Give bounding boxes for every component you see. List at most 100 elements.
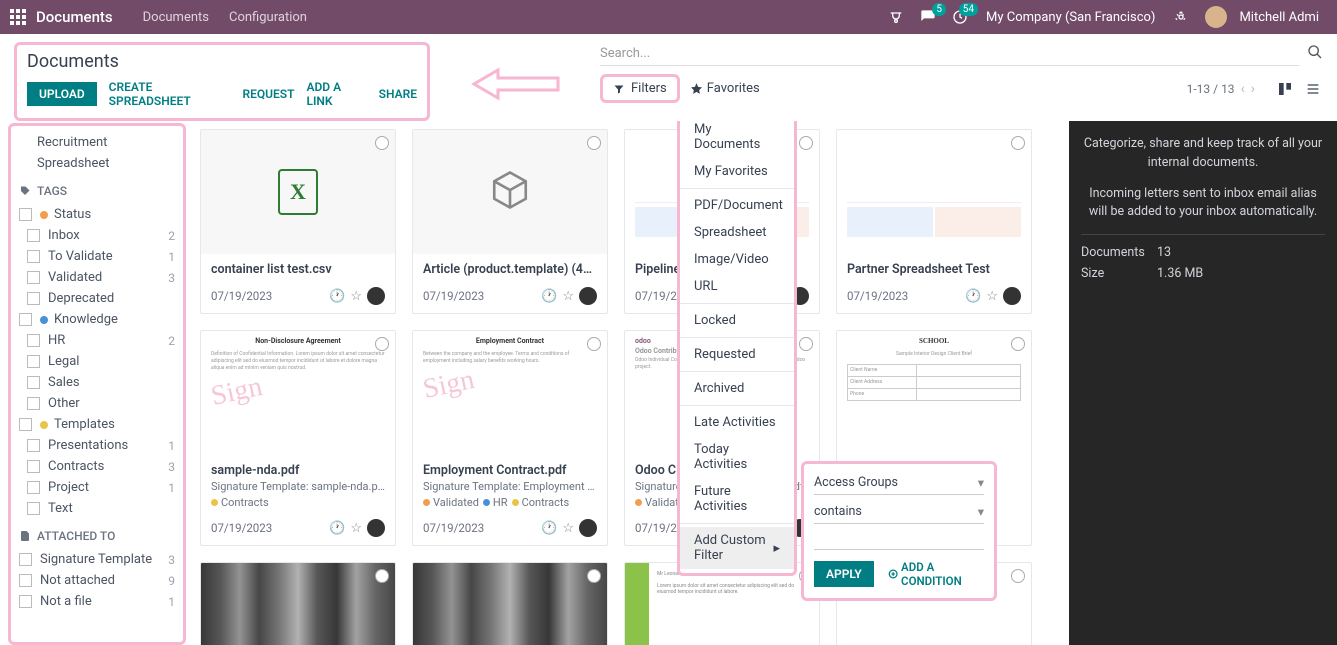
filter-value-input[interactable] <box>814 530 984 550</box>
apps-icon[interactable] <box>10 9 26 25</box>
tag-group-knowledge[interactable]: Knowledge <box>19 309 175 330</box>
nav-documents[interactable]: Documents <box>133 10 219 25</box>
owner-avatar[interactable] <box>579 519 597 537</box>
filter-option[interactable]: My Favorites <box>680 158 794 185</box>
search-input[interactable] <box>600 42 1299 66</box>
owner-avatar[interactable] <box>367 519 385 537</box>
sidebar-item[interactable]: Validated3 <box>19 267 175 288</box>
filter-option[interactable]: Spreadsheet <box>680 219 794 246</box>
apply-button[interactable]: APPLY <box>814 561 874 587</box>
select-radio[interactable] <box>1011 136 1025 150</box>
star-icon[interactable]: ☆ <box>562 289 574 304</box>
card-date: 07/19/2023 <box>423 521 484 535</box>
tag-group-status[interactable]: Status <box>19 204 175 225</box>
kanban-view-button[interactable] <box>1275 79 1295 99</box>
filter-option[interactable]: URL <box>680 273 794 300</box>
sidebar-item[interactable]: Project1 <box>19 477 175 498</box>
sidebar-item[interactable]: Legal <box>19 351 175 372</box>
pager-next[interactable]: › <box>1251 81 1255 97</box>
clock-icon[interactable]: 🕐 <box>541 289 557 304</box>
debug-icon[interactable] <box>1173 9 1189 25</box>
sidebar-item[interactable]: HR2 <box>19 330 175 351</box>
favorites-toggle[interactable]: Favorites <box>690 81 760 96</box>
owner-avatar[interactable] <box>579 287 597 305</box>
folder-recruitment[interactable]: Recruitment <box>19 132 175 153</box>
clock-icon[interactable]: 🕐 <box>329 521 345 536</box>
clock-icon[interactable]: 🕐 <box>541 521 557 536</box>
list-view-button[interactable] <box>1303 79 1323 99</box>
create-spreadsheet-button[interactable]: CREATE SPREADSHEET <box>109 80 231 108</box>
messages-icon[interactable]: 5 <box>920 9 936 25</box>
sidebar-item[interactable]: Signature Template3 <box>19 549 175 570</box>
clock-icon[interactable]: 🕐 <box>965 289 981 304</box>
sidebar-item[interactable]: Other <box>19 393 175 414</box>
app-brand[interactable]: Documents <box>36 8 113 26</box>
owner-avatar[interactable] <box>367 287 385 305</box>
filter-option[interactable]: PDF/Document <box>680 192 794 219</box>
select-radio[interactable] <box>799 337 813 351</box>
sidebar-item[interactable]: Not a file1 <box>19 591 175 612</box>
sidebar-item[interactable]: Inbox2 <box>19 225 175 246</box>
owner-avatar[interactable] <box>1003 287 1021 305</box>
document-card[interactable] <box>200 562 396 645</box>
upload-button[interactable]: UPLOAD <box>27 82 97 106</box>
voip-icon[interactable] <box>888 9 904 25</box>
document-card[interactable]: Article (product.template) (49).x...07/1… <box>412 129 608 314</box>
add-link-button[interactable]: ADD A LINK <box>306 80 366 108</box>
nav-configuration[interactable]: Configuration <box>219 10 317 25</box>
select-radio[interactable] <box>587 337 601 351</box>
filter-option[interactable]: Archived <box>680 375 794 402</box>
clock-icon[interactable]: 🕐 <box>329 289 345 304</box>
sidebar-item[interactable]: Text <box>19 498 175 519</box>
filter-option[interactable]: My Documents <box>680 121 794 158</box>
select-radio[interactable] <box>587 569 601 583</box>
select-radio[interactable] <box>375 569 389 583</box>
attached-header: ATTACHED TO <box>19 529 175 543</box>
star-icon[interactable]: ☆ <box>350 289 362 304</box>
add-condition-button[interactable]: ADD A CONDITION <box>888 560 984 588</box>
sidebar-item[interactable]: Not attached9 <box>19 570 175 591</box>
select-radio[interactable] <box>375 136 389 150</box>
request-button[interactable]: REQUEST <box>242 87 294 101</box>
filter-field-select[interactable]: Access Groups▾ <box>814 472 984 495</box>
select-radio[interactable] <box>1011 337 1025 351</box>
document-card[interactable]: Non-Disclosure AgreementDefinition of Co… <box>200 330 396 546</box>
filter-option[interactable]: Image/Video <box>680 246 794 273</box>
company-selector[interactable]: My Company (San Francisco) <box>986 10 1155 25</box>
share-button[interactable]: SHARE <box>379 87 417 101</box>
folder-spreadsheet[interactable]: Spreadsheet <box>19 153 175 174</box>
document-card[interactable]: Xcontainer list test.csv07/19/2023🕐☆ <box>200 129 396 314</box>
document-card[interactable]: Partner Spreadsheet Test07/19/2023🕐☆ <box>836 129 1032 314</box>
add-custom-filter[interactable]: Add Custom Filter▸ <box>680 527 794 569</box>
filter-option[interactable]: Requested <box>680 341 794 368</box>
filter-option[interactable]: Future Activities <box>680 478 794 520</box>
activities-icon[interactable]: 54 <box>952 9 968 25</box>
document-card[interactable]: Employment ContractBetween the company a… <box>412 330 608 546</box>
card-title: container list test.csv <box>211 262 385 277</box>
sidebar-item[interactable]: Contracts3 <box>19 456 175 477</box>
sidebar-item[interactable]: To Validate1 <box>19 246 175 267</box>
select-radio[interactable] <box>587 136 601 150</box>
select-radio[interactable] <box>375 337 389 351</box>
filter-option[interactable]: Today Activities <box>680 436 794 478</box>
filter-option[interactable]: Late Activities <box>680 409 794 436</box>
search-icon[interactable] <box>1307 44 1323 64</box>
filter-operator-select[interactable]: contains▾ <box>814 501 984 524</box>
card-date: 07/19/2023 <box>211 289 272 303</box>
sidebar-item[interactable]: Presentations1 <box>19 435 175 456</box>
filters-toggle[interactable]: Filters <box>600 74 680 103</box>
select-radio[interactable] <box>1011 569 1025 583</box>
user-menu[interactable]: Mitchell Admi <box>1205 6 1319 28</box>
star-icon[interactable]: ☆ <box>562 521 574 536</box>
user-avatar <box>1205 6 1227 28</box>
star-icon[interactable]: ☆ <box>986 289 998 304</box>
sidebar-item[interactable]: Sales <box>19 372 175 393</box>
tag-group-templates[interactable]: Templates <box>19 414 175 435</box>
filter-option[interactable]: Locked <box>680 307 794 334</box>
sidebar-item[interactable]: Deprecated <box>19 288 175 309</box>
document-card[interactable] <box>412 562 608 645</box>
star-icon[interactable]: ☆ <box>350 521 362 536</box>
info-text-2: Incoming letters sent to inbox email ali… <box>1081 185 1325 223</box>
pager-prev[interactable]: ‹ <box>1241 81 1245 97</box>
select-radio[interactable] <box>799 136 813 150</box>
